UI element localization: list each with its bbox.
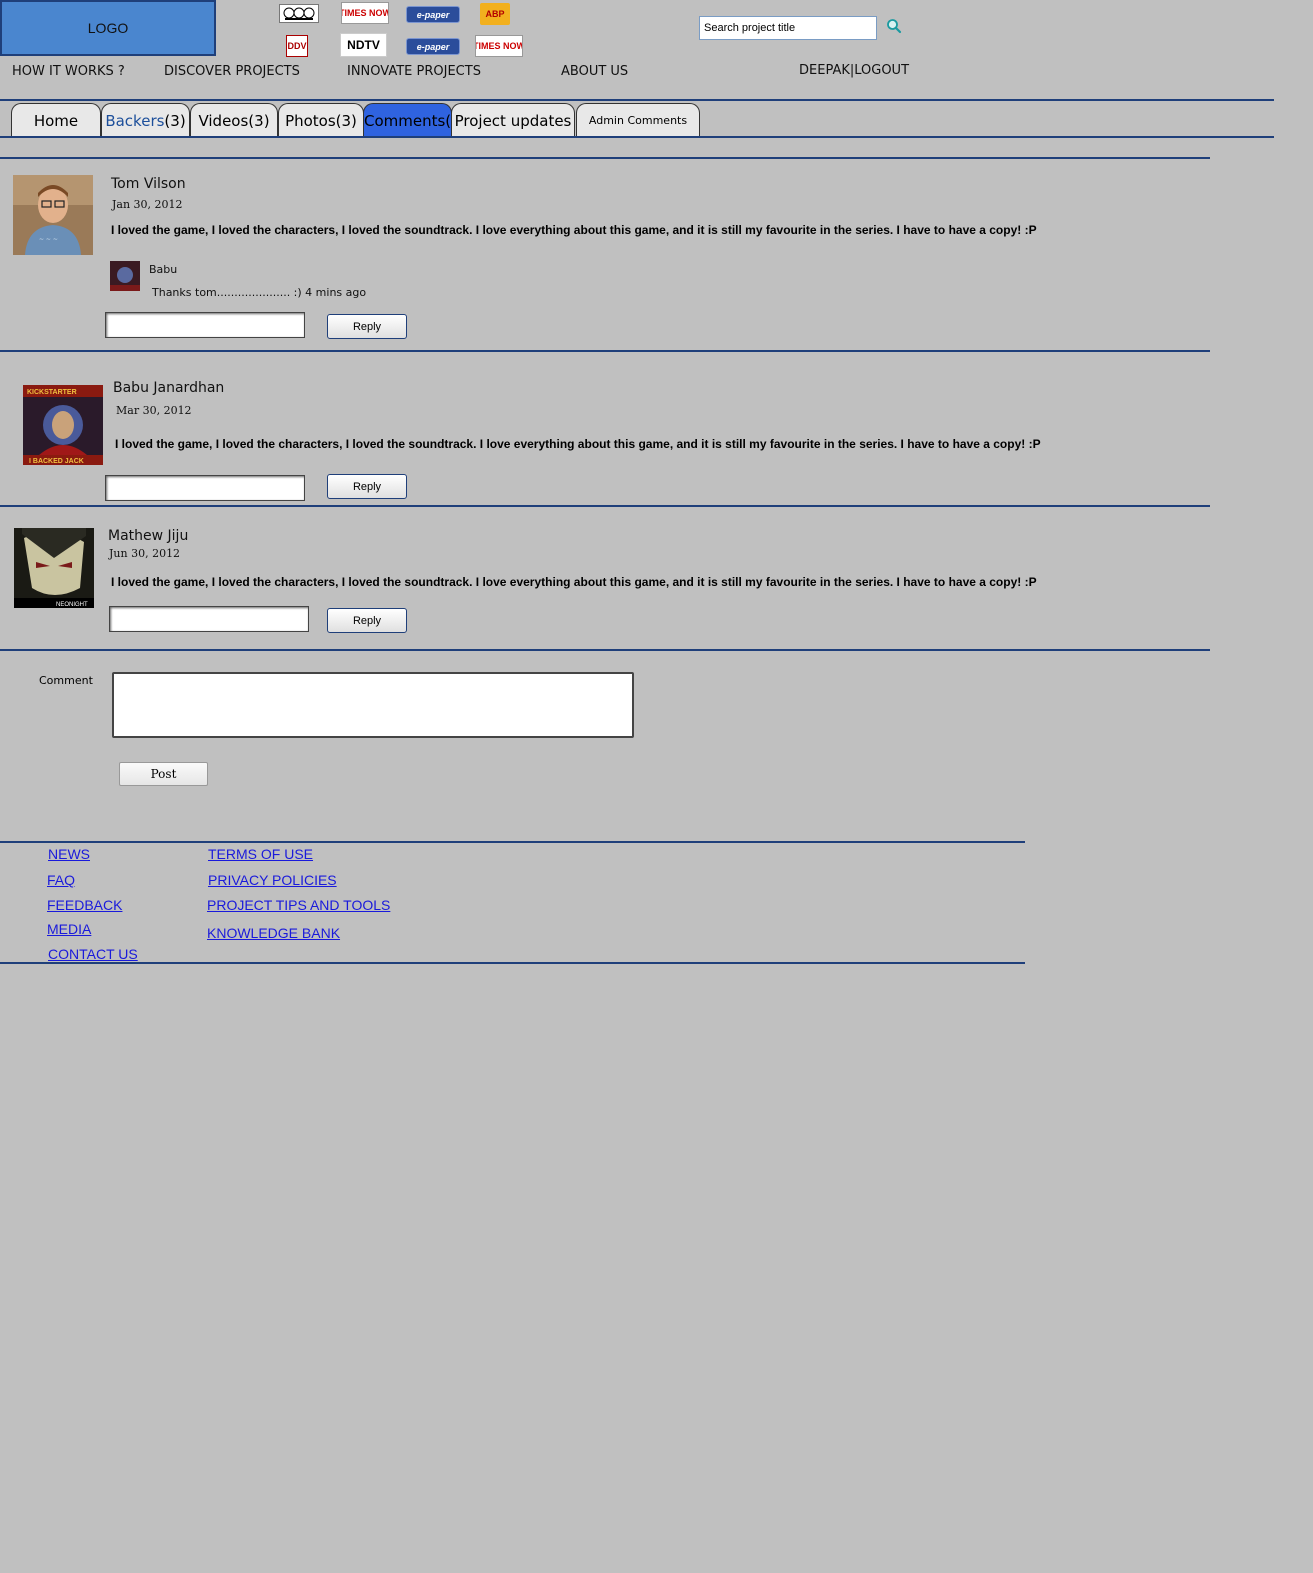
- nav-how-it-works[interactable]: HOW IT WORKS ?: [12, 64, 125, 79]
- comment-label: Comment: [39, 674, 93, 687]
- epaper-logo[interactable]: e-paper: [406, 6, 460, 23]
- comment-divider: [0, 505, 1210, 507]
- avatar-bottom-text: I BACKED JACK: [29, 458, 84, 465]
- comment-textarea[interactable]: [112, 672, 634, 738]
- tab-backers-label: Backers: [105, 111, 165, 130]
- commenter-name[interactable]: Babu Janardhan: [113, 380, 224, 396]
- commenter-name[interactable]: Tom Vilson: [111, 176, 186, 192]
- nav-about-us[interactable]: ABOUT US: [561, 64, 628, 79]
- abp-logo[interactable]: ABP: [480, 3, 510, 25]
- reply-button[interactable]: Reply: [327, 474, 407, 499]
- comment-text: I loved the game, I loved the characters…: [111, 575, 1037, 589]
- logo[interactable]: LOGO: [0, 0, 216, 56]
- comment-date: Jun 30, 2012: [109, 547, 181, 560]
- comment-text: I loved the game, I loved the characters…: [115, 437, 1041, 451]
- epaper-logo-2[interactable]: e-paper: [406, 38, 460, 55]
- reply-input[interactable]: [109, 606, 309, 632]
- reply-text: Thanks tom..................... :) 4 min…: [152, 286, 367, 299]
- footer-link-knowledge-bank[interactable]: KNOWLEDGE BANK: [207, 925, 340, 941]
- commenter-name[interactable]: Mathew Jiju: [108, 528, 188, 544]
- reply-author[interactable]: Babu: [149, 263, 177, 276]
- tab-project-updates[interactable]: Project updates: [451, 103, 575, 137]
- avatar-top-text: KICKSTARTER: [27, 389, 77, 396]
- ndtv-logo[interactable]: NDTV: [340, 33, 387, 57]
- times-now-logo-2[interactable]: TIMES NOW: [475, 35, 523, 57]
- footer-link-contact-us[interactable]: CONTACT US: [48, 946, 138, 962]
- footer-link-media[interactable]: MEDIA: [47, 921, 91, 937]
- tab-photos[interactable]: Photos(3): [278, 103, 364, 137]
- footer-link-feedback[interactable]: FEEDBACK: [47, 897, 122, 913]
- user-logout-link[interactable]: DEEPAK|LOGOUT: [799, 63, 909, 78]
- footer-link-faq[interactable]: FAQ: [47, 872, 75, 888]
- comment-date: Jan 30, 2012: [112, 198, 183, 211]
- comment-divider: [0, 350, 1210, 352]
- reply-avatar-babu: [110, 261, 140, 291]
- tabs-divider: [0, 136, 1274, 138]
- media-logo-1[interactable]: [279, 4, 319, 23]
- comment-text: I loved the game, I loved the characters…: [111, 223, 1037, 237]
- post-button[interactable]: Post: [119, 762, 208, 786]
- avatar-caption: NEONIGHT: [56, 602, 88, 608]
- avatar-tom-vilson: ~ ~ ~: [13, 175, 93, 255]
- reply-input[interactable]: [105, 475, 305, 501]
- footer-link-news[interactable]: NEWS: [48, 846, 90, 862]
- footer-bottom-divider: [0, 962, 1025, 964]
- reply-button[interactable]: Reply: [327, 608, 407, 633]
- search-input[interactable]: Search project title: [699, 16, 877, 40]
- ddv-logo[interactable]: DDV: [286, 35, 308, 57]
- header-divider: [0, 99, 1274, 101]
- tab-backers-count: (3): [164, 111, 186, 130]
- tab-admin-comments[interactable]: Admin Comments: [576, 103, 700, 137]
- reply-button[interactable]: Reply: [327, 314, 407, 339]
- tab-backers[interactable]: Backers (3): [101, 103, 190, 137]
- footer-link-terms-of-use[interactable]: TERMS OF USE: [208, 846, 313, 862]
- tab-videos[interactable]: Videos(3): [190, 103, 278, 137]
- comment-divider: [0, 649, 1210, 651]
- footer-link-privacy-policies[interactable]: PRIVACY POLICIES: [208, 872, 337, 888]
- comment-date: Mar 30, 2012: [116, 404, 192, 417]
- avatar-babu-janardhan: KICKSTARTER I BACKED JACK: [23, 385, 103, 465]
- footer-link-project-tips[interactable]: PROJECT TIPS AND TOOLS: [207, 897, 390, 913]
- tab-home[interactable]: Home: [11, 103, 101, 137]
- nav-discover-projects[interactable]: DISCOVER PROJECTS: [164, 64, 300, 79]
- reply-input[interactable]: [105, 312, 305, 338]
- tab-comments[interactable]: Comments(3: [363, 103, 452, 137]
- svg-text:~ ~ ~: ~ ~ ~: [39, 236, 58, 243]
- footer-top-divider: [0, 841, 1025, 843]
- comments-top-divider: [0, 157, 1210, 159]
- avatar-mathew-jiju: NEONIGHT: [14, 528, 94, 608]
- nav-innovate-projects[interactable]: INNOVATE PROJECTS: [347, 64, 481, 79]
- times-now-logo[interactable]: TIMES NOW: [341, 2, 389, 24]
- search-icon[interactable]: [886, 18, 902, 34]
